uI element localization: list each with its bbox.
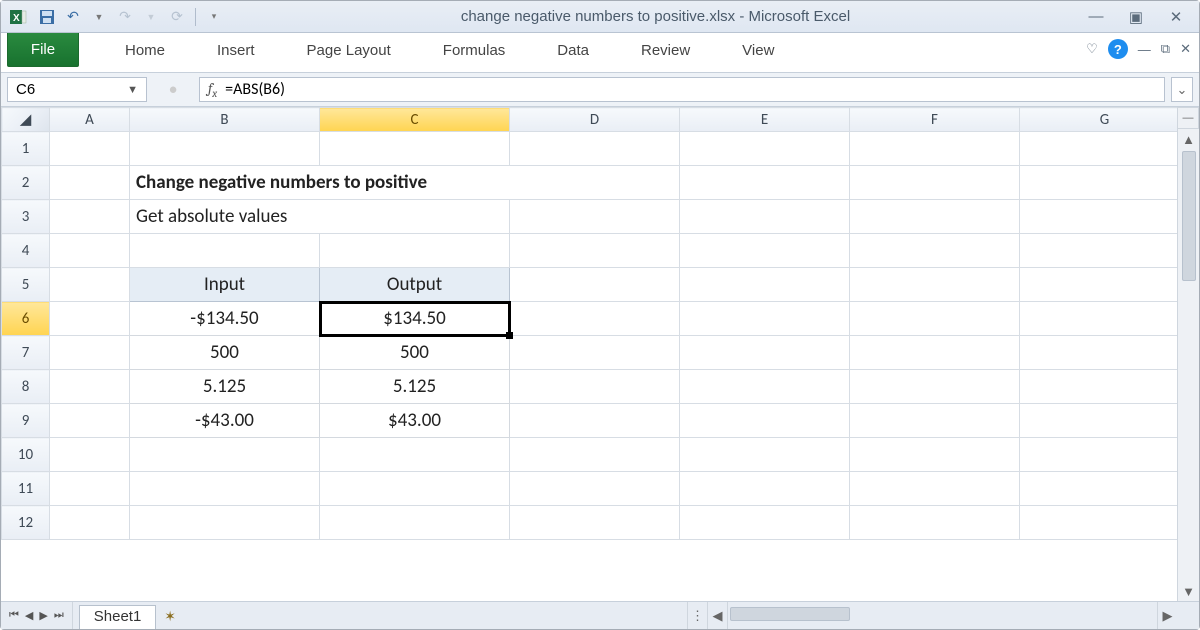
ribbon-right-controls: ♡ ? — ⧉ ✕ [1086,39,1191,59]
horizontal-scrollbar[interactable]: ⋮ ◀ ▶ [687,602,1199,629]
cell-grid[interactable]: ◢ A B C D E F G 1 2 Change negative numb… [1,107,1177,540]
worksheet-area: ◢ A B C D E F G 1 2 Change negative numb… [1,107,1199,601]
close-icon[interactable]: ✕ [1167,8,1185,26]
expand-formula-bar-icon[interactable]: ⌄ [1171,77,1193,102]
scroll-down-icon[interactable]: ▼ [1178,581,1199,601]
redo-dropdown-icon[interactable]: ▼ [141,7,161,27]
table-header-output[interactable]: Output [320,268,510,302]
maximize-icon[interactable]: ▣ [1127,8,1145,26]
scroll-right-icon[interactable]: ▶ [1157,602,1177,629]
col-header-B[interactable]: B [130,108,320,132]
excel-app-icon: X [9,8,27,26]
cell-B7[interactable]: 500 [130,336,320,370]
window-controls: — ▣ ✕ [1087,8,1191,26]
tab-page-layout[interactable]: Page Layout [281,33,417,67]
cell-C6-value: $134.50 [383,307,446,330]
row-header-5[interactable]: 5 [2,268,50,302]
name-box[interactable]: C6 ▼ [7,77,147,102]
qat-divider [195,8,196,26]
minimize-icon[interactable]: — [1087,8,1105,26]
cell-B8[interactable]: 5.125 [130,370,320,404]
row-header-4[interactable]: 4 [2,234,50,268]
save-icon[interactable] [37,7,57,27]
sheet-nav-last-icon[interactable]: ⏭ [52,609,66,622]
name-box-dropdown-icon[interactable]: ▼ [127,84,138,96]
cell-C7[interactable]: 500 [320,336,510,370]
window-restore-icon[interactable]: ⧉ [1161,41,1170,57]
hsplit-handle-icon[interactable]: ⋮ [687,602,707,629]
title-bar: X ↶ ▼ ↷ ▼ ⟳ ▾ change negative numbers to… [1,1,1199,33]
col-header-C[interactable]: C [320,108,510,132]
row-header-12[interactable]: 12 [2,506,50,540]
help-icon[interactable]: ? [1108,39,1128,59]
tab-home[interactable]: Home [99,33,191,67]
tab-review[interactable]: Review [615,33,716,67]
cell-B9[interactable]: -$43.00 [130,404,320,438]
svg-text:X: X [13,13,20,24]
fill-handle[interactable] [506,332,513,339]
vertical-scrollbar[interactable]: ▲ ▼ [1177,129,1199,601]
quick-access-toolbar: ↶ ▼ ↷ ▼ ⟳ ▾ [37,7,224,27]
row-header-10[interactable]: 10 [2,438,50,472]
sheet-nav-first-icon[interactable]: ⏮ [7,609,21,622]
hscroll-thumb[interactable] [730,607,850,621]
vscroll-thumb[interactable] [1182,151,1196,281]
cell-C6[interactable]: $134.50 [320,302,510,336]
row-header-7[interactable]: 7 [2,336,50,370]
col-header-E[interactable]: E [680,108,850,132]
new-sheet-icon[interactable]: ✶ [164,608,176,629]
col-header-A[interactable]: A [50,108,130,132]
formula-bar: C6 ▼ ● fx ⌄ [1,73,1199,107]
row-header-1[interactable]: 1 [2,132,50,166]
cell-B6[interactable]: -$134.50 [130,302,320,336]
column-headers-row: ◢ A B C D E F G [2,108,1178,132]
col-header-F[interactable]: F [850,108,1020,132]
sheet-nav-next-icon[interactable]: ▶ [37,609,49,622]
cancel-icon: ● [168,81,177,98]
formula-input[interactable] [225,80,1156,99]
customize-qat-icon[interactable]: ▾ [204,7,224,27]
name-box-value: C6 [16,81,35,98]
worksheet[interactable]: ◢ A B C D E F G 1 2 Change negative numb… [1,107,1177,601]
cell-C9[interactable]: $43.00 [320,404,510,438]
formula-cancel-ok: ● [153,77,193,102]
tab-insert[interactable]: Insert [191,33,281,67]
hscroll-track[interactable] [727,602,1157,629]
undo-dropdown-icon[interactable]: ▼ [89,7,109,27]
undo-icon[interactable]: ↶ [63,7,83,27]
tab-data[interactable]: Data [531,33,615,67]
file-tab[interactable]: File [7,33,79,67]
sheet-subtitle[interactable]: Get absolute values [130,200,510,234]
sheet-nav-prev-icon[interactable]: ◀ [23,609,35,622]
col-header-G[interactable]: G [1020,108,1178,132]
sheet-tab-bar: ⏮ ◀ ▶ ⏭ Sheet1 ✶ ⋮ ◀ ▶ [1,601,1199,629]
table-header-input[interactable]: Input [130,268,320,302]
window-title: change negative numbers to positive.xlsx… [224,8,1087,25]
ribbon-tabs: File Home Insert Page Layout Formulas Da… [1,33,1199,73]
row-header-6[interactable]: 6 [2,302,50,336]
row-header-3[interactable]: 3 [2,200,50,234]
fx-icon[interactable]: fx [208,79,217,100]
window-min-icon[interactable]: — [1138,42,1151,57]
row-header-2[interactable]: 2 [2,166,50,200]
sheet-tab-sheet1[interactable]: Sheet1 [79,605,157,629]
col-header-D[interactable]: D [510,108,680,132]
row-header-8[interactable]: 8 [2,370,50,404]
scroll-up-icon[interactable]: ▲ [1178,129,1199,149]
tab-view[interactable]: View [716,33,800,67]
scroll-left-icon[interactable]: ◀ [707,602,727,629]
redo-icon[interactable]: ↷ [115,7,135,27]
cell-C8[interactable]: 5.125 [320,370,510,404]
row-header-11[interactable]: 11 [2,472,50,506]
window-close-icon[interactable]: ✕ [1180,41,1191,57]
select-all-corner[interactable]: ◢ [2,108,50,132]
sheet-title[interactable]: Change negative numbers to positive [130,166,680,200]
split-box-icon[interactable]: — [1177,107,1199,129]
tab-formulas[interactable]: Formulas [417,33,532,67]
formula-input-wrap[interactable]: fx [199,77,1165,102]
sheet-nav-buttons: ⏮ ◀ ▶ ⏭ [1,602,73,629]
row-header-9[interactable]: 9 [2,404,50,438]
minimize-ribbon-icon[interactable]: ♡ [1086,41,1098,57]
repeat-icon[interactable]: ⟳ [167,7,187,27]
